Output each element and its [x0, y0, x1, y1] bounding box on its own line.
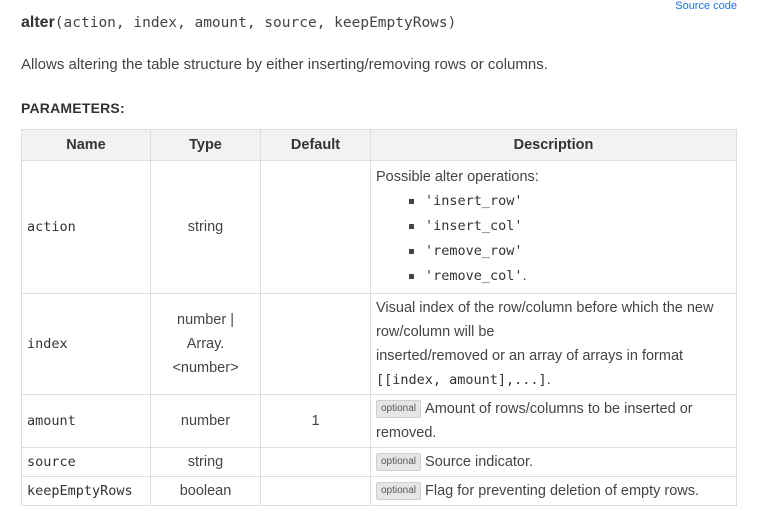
- optional-badge: optional: [376, 400, 422, 418]
- format-code: [[index, amount],...]: [376, 372, 547, 388]
- param-name: amount: [21, 394, 151, 448]
- method-params: (action, index, amount, source, keepEmpt…: [54, 15, 457, 31]
- optional-badge: optional: [376, 482, 422, 500]
- header-description: Description: [370, 129, 737, 161]
- param-description: optional Flag for preventing deletion of …: [370, 476, 737, 506]
- table-row: source string optional Source indicator.: [21, 447, 737, 477]
- param-name: source: [21, 447, 151, 477]
- param-description: Visual index of the row/column before wh…: [370, 293, 737, 395]
- table-row: action string Possible alter operations:…: [21, 160, 737, 294]
- list-item: 'remove_row': [409, 239, 731, 264]
- param-type: string: [150, 160, 261, 294]
- operations-list: 'insert_row' 'insert_col' 'remove_row' '…: [376, 189, 731, 289]
- table-row: keepEmptyRows boolean optional Flag for p…: [21, 476, 737, 506]
- list-item: 'insert_col': [409, 214, 731, 239]
- param-type: number: [150, 394, 261, 448]
- header-type: Type: [150, 129, 261, 161]
- param-type: boolean: [150, 476, 261, 506]
- param-default: [260, 160, 371, 294]
- method-signature: alter(action, index, amount, source, kee…: [21, 14, 456, 32]
- param-type: number | Array. <number>: [150, 293, 261, 395]
- bullet-icon: [409, 274, 414, 279]
- param-default: 1: [260, 394, 371, 448]
- header-default: Default: [260, 129, 371, 161]
- bullet-icon: [409, 224, 414, 229]
- param-description: optional Source indicator.: [370, 447, 737, 477]
- list-item: 'insert_row': [409, 189, 731, 214]
- optional-badge: optional: [376, 453, 422, 471]
- header-name: Name: [21, 129, 151, 161]
- param-description: optional Amount of rows/columns to be ins…: [370, 394, 737, 448]
- param-type: string: [150, 447, 261, 477]
- param-default: [260, 447, 371, 477]
- parameters-table: Name Type Default Description action str…: [21, 129, 737, 506]
- method-name: alter: [21, 14, 55, 31]
- list-item: 'remove_col'.: [409, 264, 731, 289]
- table-row: amount number 1 optional Amount of rows/c…: [21, 394, 737, 448]
- description-intro: Possible alter operations:: [376, 169, 539, 185]
- table-header-row: Name Type Default Description: [21, 129, 737, 161]
- param-description: Possible alter operations: 'insert_row' …: [370, 160, 737, 294]
- table-row: index number | Array. <number> Visual in…: [21, 293, 737, 395]
- param-default: [260, 476, 371, 506]
- param-name: action: [21, 160, 151, 294]
- param-name: index: [21, 293, 151, 395]
- param-name: keepEmptyRows: [21, 476, 151, 506]
- source-code-link[interactable]: Source code: [675, 0, 737, 12]
- bullet-icon: [409, 249, 414, 254]
- param-default: [260, 293, 371, 395]
- method-description: Allows altering the table structure by e…: [21, 56, 548, 73]
- parameters-heading: PARAMETERS:: [21, 100, 125, 116]
- bullet-icon: [409, 199, 414, 204]
